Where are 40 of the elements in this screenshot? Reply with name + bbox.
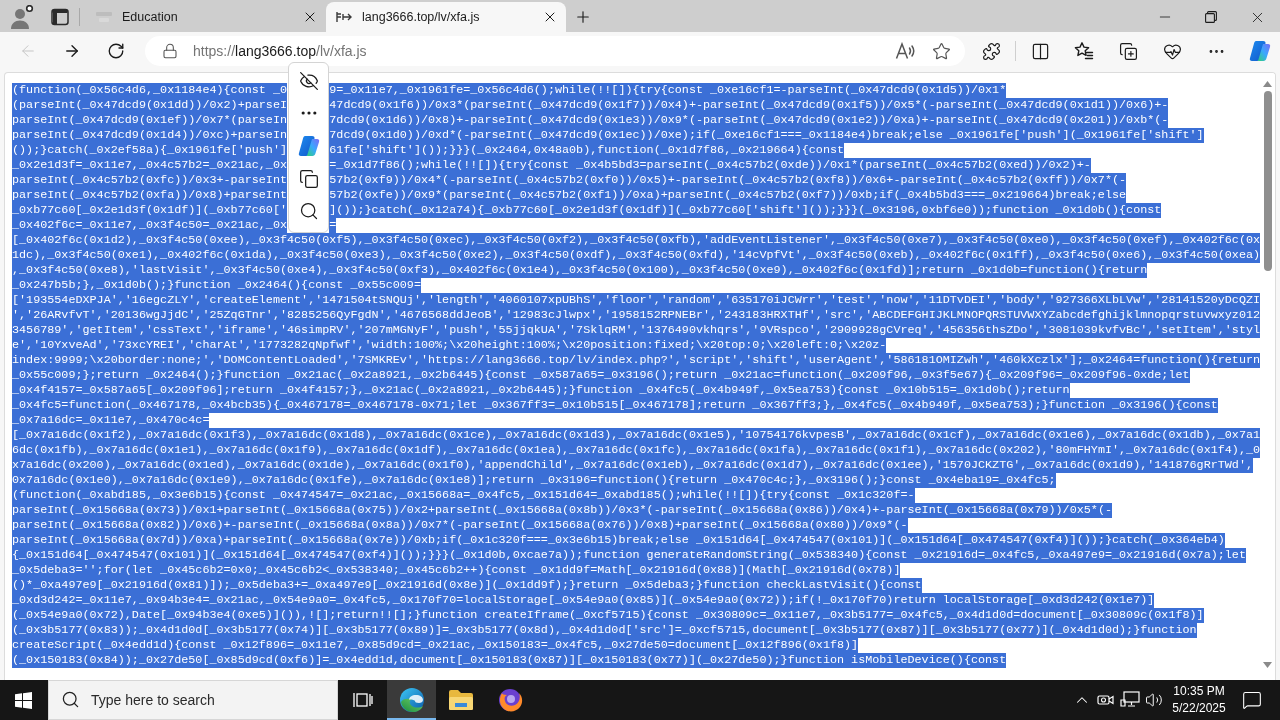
eye-off-icon[interactable]: [298, 71, 319, 91]
split-screen-icon[interactable]: [1030, 41, 1050, 61]
start-icon[interactable]: [14, 691, 32, 709]
volume-icon[interactable]: [1145, 691, 1163, 709]
clock-date[interactable]: 5/22/2025: [1172, 700, 1226, 717]
scroll-down-icon[interactable]: [1263, 662, 1272, 668]
puzzle-icon[interactable]: [981, 41, 1001, 61]
browser-tab[interactable]: Education: [86, 2, 326, 32]
reload-icon[interactable]: [107, 42, 125, 60]
site-icon: [96, 12, 112, 22]
profile-icon[interactable]: [10, 5, 34, 29]
lock-icon[interactable]: [162, 43, 178, 59]
scroll-up-icon[interactable]: [1263, 81, 1272, 87]
forward-icon[interactable]: [63, 42, 81, 60]
search-field[interactable]: Type here to search: [48, 680, 338, 720]
tab-panel-icon[interactable]: [51, 8, 69, 26]
browser-tab[interactable]: lang3666.top/lv/xfa.js: [326, 2, 566, 32]
address-bar[interactable]: https://lang3666.top/lv/xfa.js: [145, 36, 965, 66]
clock-time[interactable]: 10:35 PM: [1173, 683, 1225, 700]
gradient-logo-icon[interactable]: [1248, 40, 1271, 62]
search-icon[interactable]: [61, 690, 80, 709]
scrollbar-thumb[interactable]: [1263, 91, 1272, 271]
folder-icon[interactable]: [447, 689, 474, 711]
bar-arrow-icon: [336, 11, 352, 23]
star-icon[interactable]: [932, 41, 951, 61]
taskbar-button[interactable]: [387, 680, 436, 720]
swirl-logo-icon[interactable]: [398, 687, 425, 713]
gradient-logo-icon[interactable]: [297, 135, 320, 157]
heart-pulse-icon[interactable]: [1162, 41, 1182, 61]
read-aloud-icon[interactable]: [895, 42, 917, 60]
globe-logo-icon[interactable]: [496, 687, 523, 713]
search-icon[interactable]: [298, 201, 319, 221]
task-view-icon[interactable]: [352, 692, 373, 708]
notification-icon[interactable]: [1242, 690, 1262, 710]
copy-icon[interactable]: [298, 169, 319, 189]
collections-icon[interactable]: [1118, 41, 1138, 61]
plus-icon[interactable]: [574, 8, 592, 26]
favorites-icon[interactable]: [1074, 41, 1094, 61]
restore-icon[interactable]: [1205, 11, 1217, 23]
network-icon[interactable]: [1120, 691, 1140, 709]
